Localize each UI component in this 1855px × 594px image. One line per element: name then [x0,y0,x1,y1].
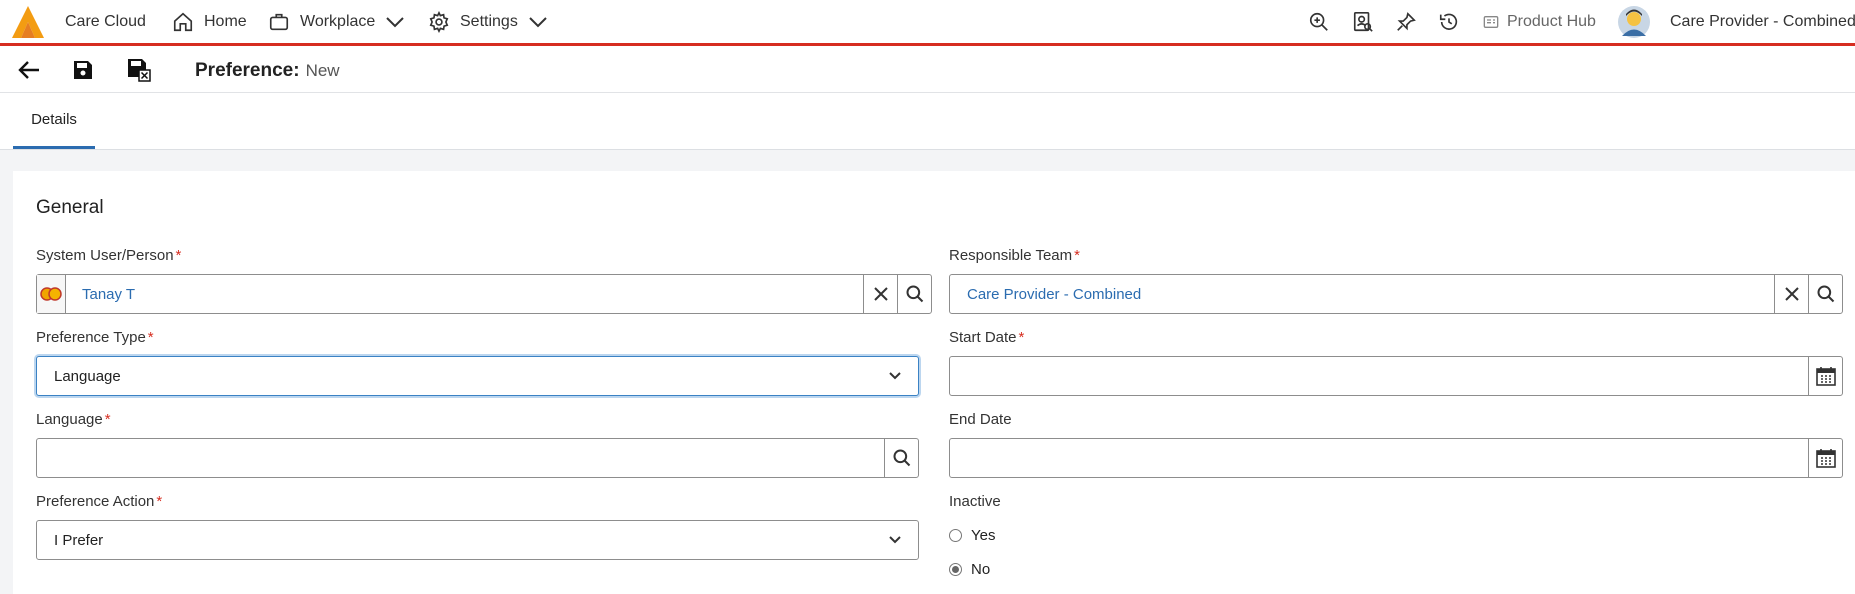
save-icon [74,61,92,79]
home-icon [173,12,193,31]
responsible-team-label-text: Responsible Team [949,247,1073,264]
system-user-label: System User/Person * [36,247,181,264]
required-marker: * [156,493,163,510]
record-name: New [305,61,340,80]
chevron-down-icon [529,16,547,27]
app-name: Care Cloud [65,12,146,30]
user-type-icon [37,275,66,313]
user-name[interactable]: Care Provider - Combined [1670,0,1855,43]
chevron-down-icon [889,372,901,380]
end-date-label: End Date [949,411,1012,428]
pin-button[interactable] [1395,0,1417,43]
calendar-icon [1815,449,1836,468]
tab-details[interactable]: Details [13,93,95,149]
zoom-in-search-icon [1309,12,1328,31]
end-date-field[interactable] [949,438,1843,478]
top-navigation-bar: Care Cloud Home Workplace Settings Produ… [0,0,1855,46]
nav-home-label: Home [204,12,247,30]
clear-responsible-team-button[interactable] [1774,275,1808,313]
search-icon [1817,285,1834,303]
preference-action-value: I Prefer [54,532,104,549]
inactive-yes-label: Yes [971,527,996,544]
app-logo[interactable] [10,0,46,43]
save-button[interactable] [68,55,98,85]
nav-settings-label: Settings [460,12,518,30]
responsible-team-label: Responsible Team * [949,247,1080,264]
search-icon [906,285,923,303]
close-icon [1784,287,1799,301]
user-avatar[interactable] [1617,0,1651,43]
history-icon [1439,13,1458,30]
product-hub-icon [1483,15,1499,28]
section-title: General [36,197,104,218]
search-language-button[interactable] [884,439,918,477]
start-date-field[interactable] [949,356,1843,396]
avatar-icon [1618,5,1650,38]
start-date-label: Start Date * [949,329,1024,346]
required-marker: * [175,247,182,264]
language-label: Language * [36,411,111,428]
end-date-picker-button[interactable] [1808,439,1842,477]
inactive-no-option[interactable]: No [949,561,990,578]
chevron-down-icon [889,536,901,544]
preference-action-label-text: Preference Action [36,493,155,510]
required-marker: * [1018,329,1025,346]
inactive-label: Inactive [949,493,1001,510]
person-search-icon [1353,11,1373,32]
general-section: General System User/Person * Tanay T Resp… [13,171,1855,594]
page-title: Preference: New [195,60,340,82]
preference-type-label: Preference Type * [36,329,154,346]
tab-bar: Details [0,93,1855,150]
responsible-team-lookup[interactable]: Care Provider - Combined [949,274,1843,314]
inactive-yes-option[interactable]: Yes [949,527,995,544]
preference-action-label: Preference Action * [36,493,162,510]
advanced-find-button[interactable] [1308,0,1330,43]
nav-workplace[interactable]: Workplace [268,0,405,43]
arrow-left-icon [18,61,39,79]
save-close-icon [128,59,151,82]
language-lookup[interactable] [36,438,919,478]
calendar-icon [1815,367,1836,386]
inactive-no-radio[interactable] [949,563,962,576]
system-user-icon [40,287,62,301]
preference-type-select[interactable]: Language [36,356,919,396]
product-hub-label: Product Hub [1507,12,1596,30]
gear-icon [429,10,449,33]
responsible-team-value[interactable]: Care Provider - Combined [967,286,1141,303]
start-date-picker-button[interactable] [1808,357,1842,395]
pin-icon [1397,11,1416,31]
nav-workplace-label: Workplace [300,12,376,30]
required-marker: * [104,411,111,428]
system-user-value[interactable]: Tanay T [82,286,135,303]
search-responsible-team-button[interactable] [1808,275,1842,313]
search-system-user-button[interactable] [897,275,931,313]
preference-type-label-text: Preference Type [36,329,146,346]
required-marker: * [147,329,154,346]
nav-home[interactable]: Home [172,0,247,43]
close-icon [873,287,888,301]
system-user-label-text: System User/Person [36,247,174,264]
preference-action-select[interactable]: I Prefer [36,520,919,560]
chevron-down-icon [386,16,405,27]
inactive-no-label: No [971,561,991,578]
save-and-close-button[interactable] [124,55,154,85]
search-icon [893,449,910,467]
preference-type-value: Language [54,368,121,385]
clear-system-user-button[interactable] [863,275,897,313]
page-title-label: Preference: [195,60,300,81]
product-hub-link[interactable]: Product Hub [1483,0,1596,43]
nav-settings[interactable]: Settings [428,0,548,43]
briefcase-icon [269,13,289,30]
person-search-button[interactable] [1352,0,1374,43]
required-marker: * [1074,247,1080,264]
recent-items-button[interactable] [1438,0,1460,43]
start-date-label-text: Start Date [949,329,1017,346]
record-toolbar: Preference: New [0,46,1855,93]
language-label-text: Language [36,411,103,428]
back-button[interactable] [14,55,44,85]
inactive-yes-radio[interactable] [949,529,962,542]
system-user-lookup[interactable]: Tanay T [36,274,932,314]
care-cloud-logo-icon [12,5,44,38]
